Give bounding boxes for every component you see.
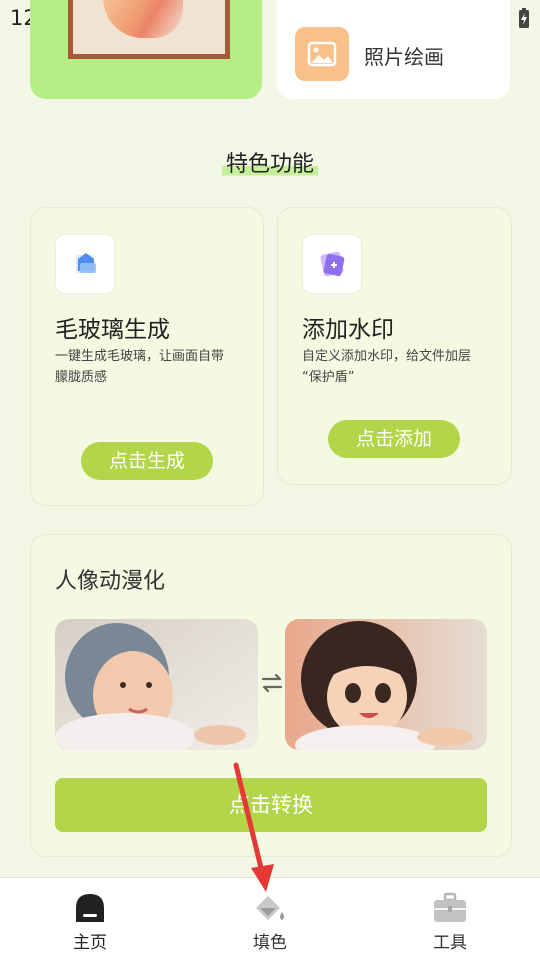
section-title: 特色功能 — [221, 146, 318, 178]
portrait-anime-card: 人像动漫化 点击转换 — [30, 534, 512, 857]
nav-label-coloring: 填色 — [253, 933, 287, 953]
portrait-anime-title: 人像动漫化 — [55, 569, 166, 594]
nav-item-tools[interactable]: 工具 — [390, 878, 510, 961]
add-button[interactable]: 点击添加 — [328, 420, 460, 458]
photo-painting-card[interactable]: 照片绘画 — [277, 0, 510, 99]
add-watermark-card: 添加水印 自定义添加水印，给文件加层 “保护盾” 点击添加 — [277, 207, 512, 485]
watermark-icon — [302, 234, 362, 294]
swap-arrows-icon — [261, 673, 283, 693]
photo-painting-label: 照片绘画 — [364, 45, 444, 69]
frosted-glass-card: 毛玻璃生成 一键生成毛玻璃，让画面自带 朦胧质感 点击生成 — [30, 207, 264, 506]
watermark-description: 自定义添加水印，给文件加层 “保护盾” — [302, 349, 472, 385]
frosted-glass-description-text: 一键生成毛玻璃，让画面自带 朦胧质感 — [55, 349, 225, 385]
toolbox-icon — [434, 892, 466, 922]
watermark-title: 添加水印 — [302, 317, 394, 343]
paint-bucket-icon — [256, 896, 284, 920]
frosted-glass-icon — [55, 234, 115, 294]
frosted-glass-title: 毛玻璃生成 — [55, 317, 170, 343]
frosted-glass-description: 一键生成毛玻璃，让画面自带 朦胧质感 — [55, 346, 241, 388]
home-icon — [76, 894, 104, 922]
anime-portrait-image — [285, 619, 487, 750]
nav-label-tools: 工具 — [433, 933, 467, 953]
battery-charging-icon — [519, 8, 529, 28]
nav-item-coloring[interactable]: 填色 — [210, 878, 330, 961]
convert-button[interactable]: 点击转换 — [55, 778, 487, 832]
bottom-navigation: 主页 填色 工具 — [0, 877, 540, 961]
coloring-feature-card[interactable] — [30, 0, 262, 99]
original-portrait-image — [55, 619, 258, 750]
section-header: 特色功能 — [0, 146, 540, 178]
photo-icon — [295, 27, 349, 81]
painting-frame-illustration — [68, 0, 230, 59]
nav-item-home[interactable]: 主页 — [30, 878, 150, 961]
nav-label-home: 主页 — [73, 933, 107, 953]
generate-button[interactable]: 点击生成 — [81, 442, 213, 480]
